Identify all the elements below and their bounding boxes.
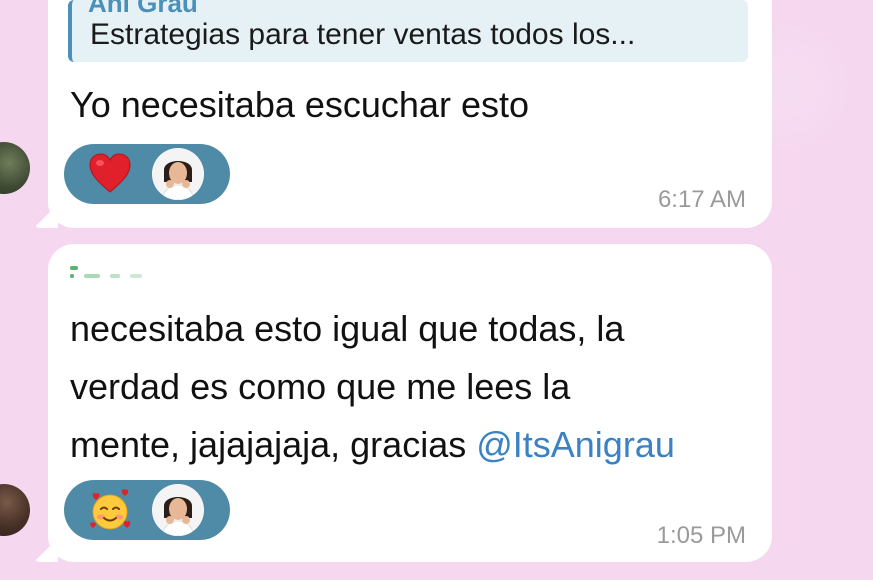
message-line: verdad es como que me lees la [70, 366, 571, 407]
sender-name-redacted [70, 266, 150, 280]
reactor-avatar [152, 148, 204, 200]
person-avatar-icon [152, 148, 204, 200]
message-text: necesitaba esto igual que todas, la verd… [70, 300, 675, 474]
reply-quote[interactable]: Ani Grau Estrategias para tener ventas t… [68, 0, 748, 62]
message-text: Yo necesitaba escuchar esto [70, 76, 529, 134]
reply-text: Estrategias para tener ventas todos los.… [90, 18, 636, 51]
red-heart-icon [89, 153, 131, 193]
mention-link[interactable]: @ItsAnigrau [476, 424, 675, 465]
message-line: Yo necesitaba escuchar esto [70, 84, 529, 125]
message-bubble[interactable]: necesitaba esto igual que todas, la verd… [48, 244, 772, 562]
message-timestamp: 6:17 AM [657, 186, 746, 213]
person-avatar-icon [152, 484, 204, 536]
reactor-avatar [152, 484, 204, 536]
reactions-pill[interactable] [64, 144, 230, 204]
message-timestamp: 1:05 PM [656, 522, 746, 549]
message-line: necesitaba esto igual que todas, la [70, 308, 625, 349]
message-line-text: mente, jajajajaja, gracias [70, 424, 477, 465]
message-line: mente, jajajajaja, gracias @ItsAnigrau [70, 416, 675, 474]
smiling-face-with-hearts-icon [90, 489, 131, 530]
message-bubble[interactable]: Ani Grau Estrategias para tener ventas t… [48, 0, 772, 228]
reply-author: Ani Grau [88, 0, 198, 18]
reactions-pill[interactable] [64, 480, 230, 540]
